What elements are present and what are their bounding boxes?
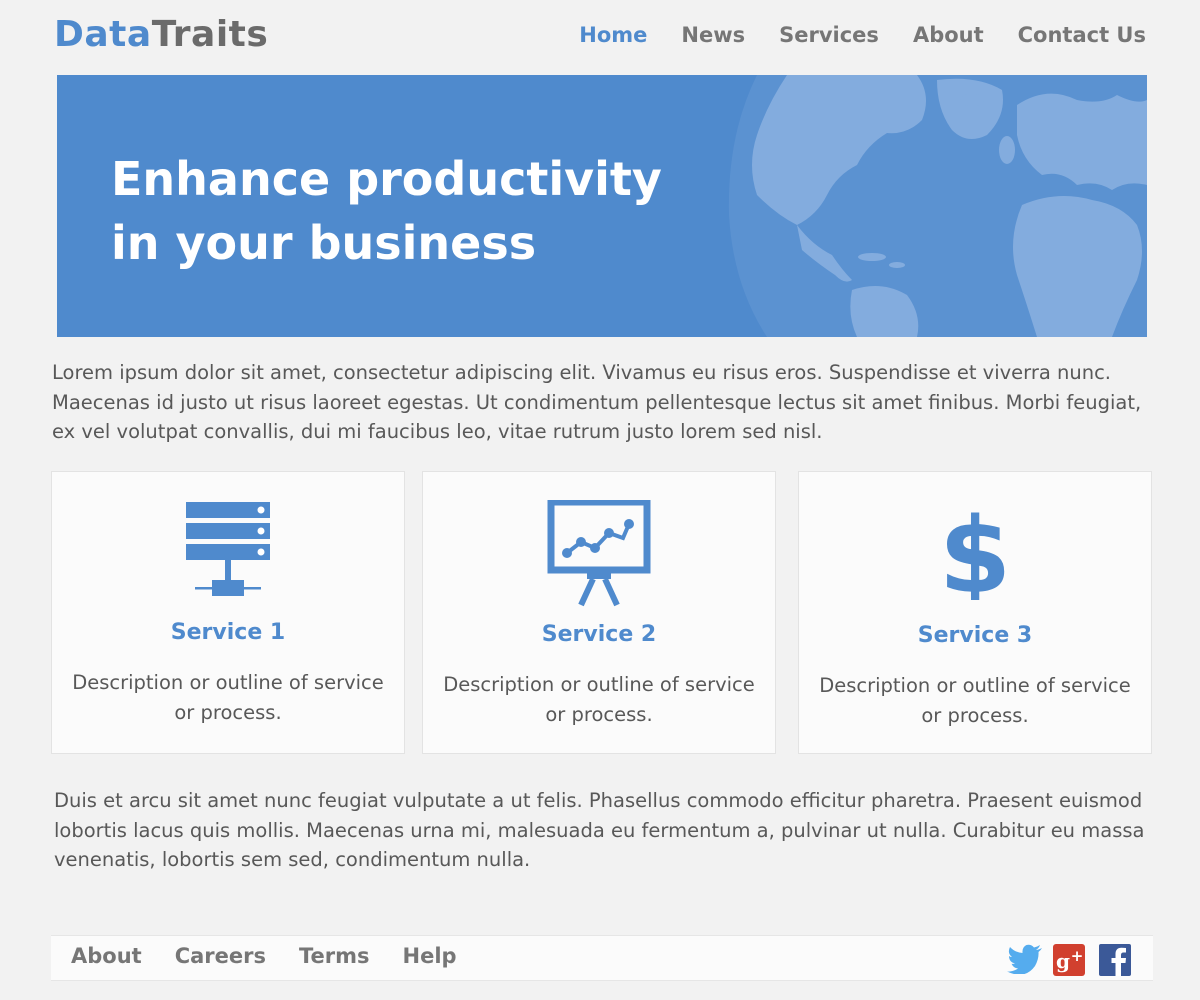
service-1-title: Service 1 [170, 620, 286, 645]
svg-text:$: $ [940, 500, 1010, 600]
twitter-icon[interactable] [1007, 944, 1042, 975]
service-3-description: Description or outline of service or pro… [819, 674, 1131, 727]
service-3-title: Service 3 [917, 623, 1033, 648]
hero-headline: Enhance productivity in your business [111, 147, 662, 275]
service-1-description: Description or outline of service or pro… [72, 671, 384, 724]
footer-bar: About Careers Terms Help g + [51, 935, 1153, 981]
nav-contact-us[interactable]: Contact Us [1018, 23, 1146, 47]
footer-link-help[interactable]: Help [403, 944, 457, 968]
service-card-3[interactable]: $ Service 3 Description or outline of se… [798, 471, 1152, 754]
presentation-chart-icon [423, 500, 775, 612]
main-nav: Home News Services About Contact Us [579, 23, 1146, 47]
service-2-title: Service 2 [541, 622, 657, 647]
site-logo[interactable]: DataTraits [54, 14, 268, 55]
hero-headline-line2: in your business [111, 216, 537, 270]
nav-about[interactable]: About [913, 23, 984, 47]
service-2-description: Description or outline of service or pro… [443, 673, 755, 726]
footer-link-terms[interactable]: Terms [299, 944, 370, 968]
footer-links: About Careers Terms Help [71, 944, 457, 968]
nav-news[interactable]: News [681, 23, 745, 47]
intro-paragraph: Lorem ipsum dolor sit amet, consectetur … [52, 361, 1142, 443]
footer-link-careers[interactable]: Careers [175, 944, 266, 968]
social-links: g + [1007, 944, 1131, 976]
nav-home[interactable]: Home [579, 23, 647, 47]
outro-paragraph: Duis et arcu sit amet nunc feugiat vulpu… [54, 789, 1145, 871]
service-card-2[interactable]: Service 2 Description or outline of serv… [422, 471, 776, 754]
svg-text:+: + [1071, 947, 1084, 965]
dollar-icon: $ [799, 500, 1151, 612]
facebook-icon[interactable] [1099, 944, 1131, 976]
hero-headline-line1: Enhance productivity [111, 152, 662, 206]
svg-text:g: g [1056, 949, 1070, 973]
logo-part-data: Data [54, 14, 152, 55]
logo-part-traits: Traits [151, 14, 269, 55]
google-plus-icon[interactable]: g + [1053, 944, 1085, 976]
hero-banner: Enhance productivity in your business [57, 75, 1147, 337]
footer-link-about[interactable]: About [71, 944, 142, 968]
server-icon [52, 500, 404, 612]
world-map-image [728, 75, 1147, 337]
service-card-1[interactable]: Service 1 Description or outline of serv… [51, 471, 405, 754]
nav-services[interactable]: Services [779, 23, 879, 47]
